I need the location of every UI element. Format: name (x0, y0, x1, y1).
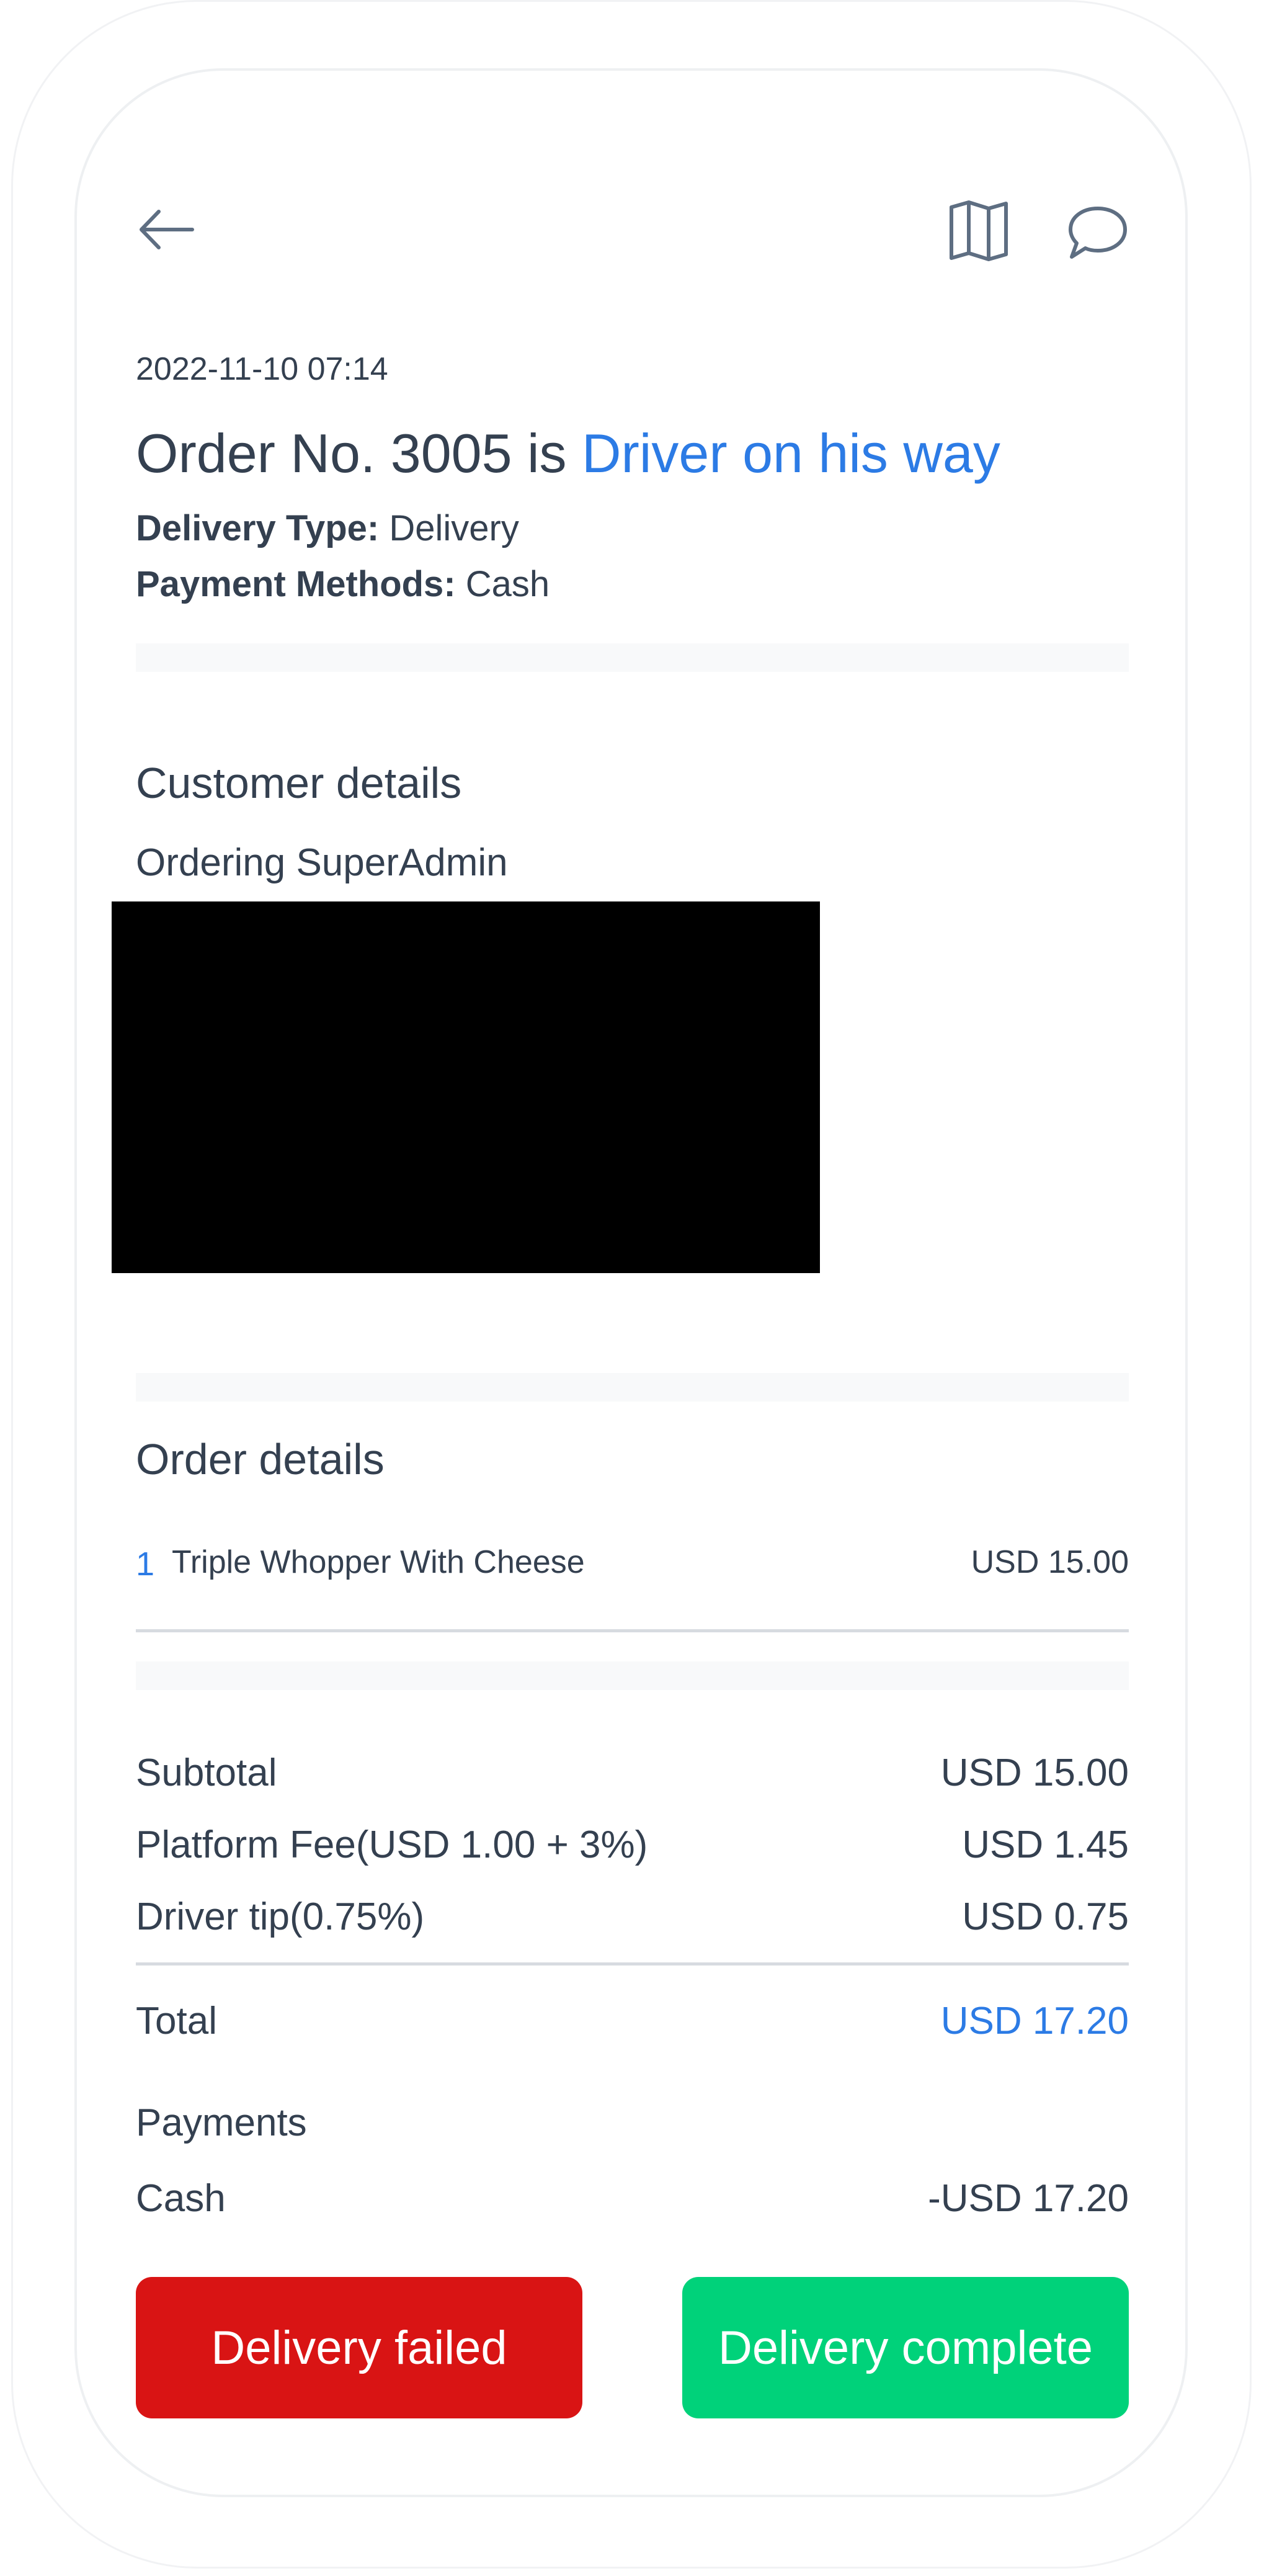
chat-icon[interactable] (1067, 205, 1129, 261)
platform-fee-value: USD 1.45 (962, 1823, 1129, 1866)
driver-tip-value: USD 0.75 (962, 1895, 1129, 1938)
payments-section-title: Payments (136, 2101, 307, 2144)
payment-methods-label: Payment Methods: (136, 564, 456, 604)
section-divider (136, 1661, 1129, 1690)
total-value: USD 17.20 (940, 2000, 1129, 2042)
delivery-failed-button[interactable]: Delivery failed (136, 2277, 582, 2418)
order-title-prefix: Order No. 3005 is (136, 423, 582, 484)
subtotal-value: USD 15.00 (940, 1751, 1129, 1794)
item-price: USD 15.00 (971, 1544, 1129, 1580)
order-details-section-title: Order details (136, 1435, 385, 1483)
customer-section-title: Customer details (136, 759, 462, 807)
item-quantity: 1 (136, 1545, 155, 1583)
back-arrow-icon[interactable] (138, 208, 195, 251)
payment-amount: -USD 17.20 (928, 2177, 1129, 2220)
map-icon[interactable] (948, 200, 1010, 262)
order-status: Driver on his way (582, 423, 1000, 484)
summary-divider (136, 1962, 1129, 1966)
total-label: Total (136, 2000, 217, 2042)
delivery-complete-button[interactable]: Delivery complete (682, 2277, 1129, 2418)
subtotal-label: Subtotal (136, 1751, 277, 1794)
redacted-customer-info (112, 901, 820, 1273)
delivery-type-value: Delivery (379, 508, 519, 548)
item-divider (136, 1629, 1129, 1632)
payment-methods-value: Cash (455, 564, 550, 604)
platform-fee-label: Platform Fee(USD 1.00 + 3%) (136, 1823, 648, 1866)
section-divider (136, 643, 1129, 672)
payment-method: Cash (136, 2177, 226, 2220)
order-timestamp: 2022-11-10 07:14 (136, 351, 388, 387)
delivery-type-label: Delivery Type: (136, 508, 380, 548)
order-title: Order No. 3005 is Driver on his way (136, 422, 1000, 485)
customer-name: Ordering SuperAdmin (136, 841, 508, 884)
delivery-type: Delivery Type: Delivery (136, 508, 519, 549)
section-divider (136, 1373, 1129, 1402)
driver-tip-label: Driver tip(0.75%) (136, 1895, 425, 1938)
payment-methods: Payment Methods: Cash (136, 563, 550, 605)
item-name: Triple Whopper With Cheese (172, 1544, 585, 1580)
